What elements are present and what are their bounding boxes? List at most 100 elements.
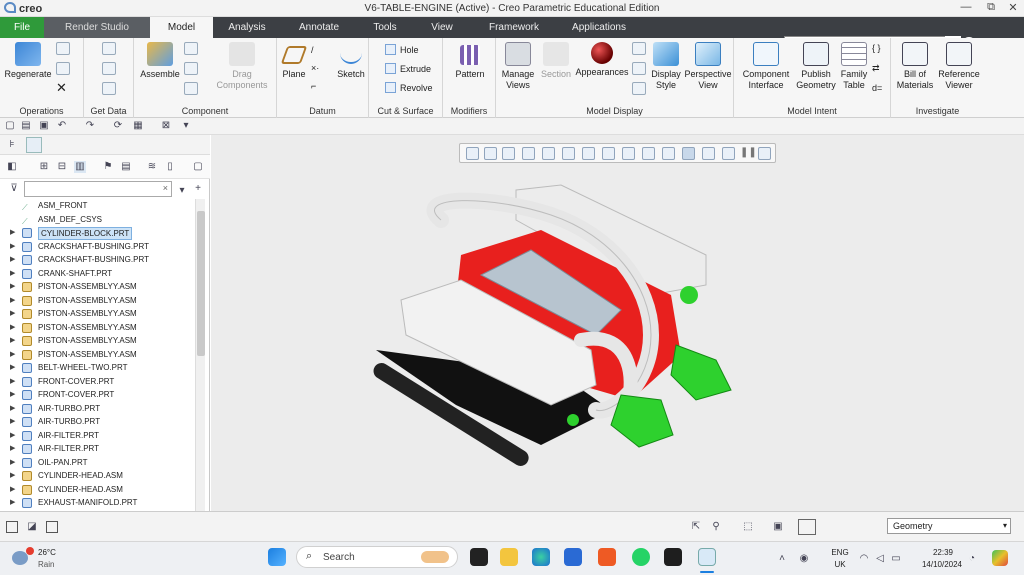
- reorient-icon[interactable]: [542, 147, 555, 160]
- tree-item[interactable]: ▶ PISTON-ASSEMBLYY.ASM: [0, 334, 195, 348]
- expand-arrow-icon[interactable]: ▶: [10, 469, 15, 482]
- expand-arrow-icon[interactable]: ▶: [10, 388, 15, 401]
- display-style-button[interactable]: Display Style: [648, 42, 684, 91]
- expand-arrow-icon[interactable]: ▶: [10, 253, 15, 266]
- perspective-view-button[interactable]: Perspective View: [684, 42, 732, 91]
- expand-arrow-icon[interactable]: ▶: [10, 456, 15, 469]
- tab-view[interactable]: View: [413, 17, 471, 38]
- tree-item[interactable]: ▶ PISTON-ASSEMBLYY.ASM: [0, 280, 195, 294]
- tab-render-studio[interactable]: Render Studio: [44, 17, 150, 38]
- creo-taskbar-icon[interactable]: [698, 548, 716, 566]
- tree-item[interactable]: ▶ AIR-TURBO.PRT: [0, 402, 195, 416]
- expand-arrow-icon[interactable]: ▶: [10, 496, 15, 509]
- wifi-icon[interactable]: ◠: [858, 553, 870, 565]
- import-icon[interactable]: [102, 42, 116, 55]
- minimize-button[interactable]: —: [955, 1, 977, 13]
- clock-time[interactable]: 22:39: [918, 548, 968, 558]
- search-options-icon[interactable]: ▾: [176, 185, 188, 197]
- expand-arrow-icon[interactable]: ▶: [10, 334, 15, 347]
- tree-item[interactable]: ⟋ ASM_DEF_CSYS: [0, 213, 195, 227]
- windows-icon[interactable]: ▦: [132, 120, 144, 132]
- tree-item[interactable]: ▶ FRONT-COVER.PRT: [0, 388, 195, 402]
- axis-icon[interactable]: /: [311, 42, 314, 58]
- extrude-button[interactable]: Extrude: [385, 61, 431, 77]
- tab-framework[interactable]: Framework: [471, 17, 557, 38]
- repeat-icon[interactable]: [184, 62, 198, 75]
- tree-columns-icon[interactable]: ⊞: [38, 161, 50, 173]
- point-icon[interactable]: ×·: [311, 60, 319, 76]
- family-table-button[interactable]: Family Table: [838, 42, 870, 91]
- close-window-icon[interactable]: ⊠: [160, 120, 172, 132]
- terminal-icon[interactable]: [664, 548, 682, 566]
- clear-icon[interactable]: ×: [163, 183, 168, 193]
- redo-icon[interactable]: ↷: [84, 120, 96, 132]
- engine-model-render[interactable]: [211, 135, 1024, 511]
- zoom-in-icon[interactable]: [484, 147, 497, 160]
- brackets-icon[interactable]: { }: [872, 40, 881, 56]
- expand-arrow-icon[interactable]: ▶: [10, 361, 15, 374]
- columns-icon[interactable]: ▤: [120, 161, 132, 173]
- display-style-toolbar-icon[interactable]: [622, 147, 635, 160]
- settings-icon[interactable]: ⚑: [102, 161, 114, 173]
- expand-arrow-icon[interactable]: ▶: [10, 240, 15, 253]
- open-icon[interactable]: ▤: [20, 120, 32, 132]
- selection-cursor-icon[interactable]: ⇱: [690, 521, 702, 533]
- repaint-icon[interactable]: [522, 147, 535, 160]
- fullscreen-icon[interactable]: [46, 521, 58, 533]
- tab-annotate[interactable]: Annotate: [281, 17, 357, 38]
- regenerate-button[interactable]: Regenerate: [4, 42, 52, 80]
- section-button[interactable]: Section: [538, 42, 574, 80]
- expand-arrow-icon[interactable]: ▶: [10, 280, 15, 293]
- tree-item[interactable]: ▶ FRONT-COVER.PRT: [0, 375, 195, 389]
- tree-item[interactable]: ▶ PISTON-ASSEMBLYY.ASM: [0, 307, 195, 321]
- clock-date[interactable]: 14/10/2024: [912, 560, 972, 570]
- tree-item[interactable]: ▶ CYLINDER-BLOCK.PRT: [0, 226, 195, 240]
- model-tree-scrollbar[interactable]: [195, 199, 205, 511]
- tree-item[interactable]: ▶ PISTON-ASSEMBLYY.ASM: [0, 348, 195, 362]
- show-tags-icon[interactable]: [758, 147, 771, 160]
- datum-display-icon[interactable]: [662, 147, 675, 160]
- tab-file[interactable]: File: [0, 17, 44, 38]
- save-icon[interactable]: ▣: [38, 120, 50, 132]
- copy-icon[interactable]: [56, 42, 70, 55]
- user-defined-feature-icon[interactable]: [102, 82, 116, 95]
- selection-filter-select[interactable]: Geometry ▾: [887, 518, 1011, 534]
- expand-arrow-icon[interactable]: ▶: [10, 267, 15, 280]
- model-tree-tab-icon[interactable]: ⊧: [6, 139, 18, 151]
- csys-icon[interactable]: ⌐: [311, 78, 316, 94]
- expand-arrow-icon[interactable]: ▶: [10, 442, 15, 455]
- model-tree-search-input[interactable]: ×: [24, 181, 172, 197]
- zoom-out-icon[interactable]: [502, 147, 515, 160]
- view-manager-icon[interactable]: [582, 147, 595, 160]
- new-icon[interactable]: ▢: [4, 120, 16, 132]
- tab-tools[interactable]: Tools: [357, 17, 413, 38]
- undo-icon[interactable]: ↶: [56, 120, 68, 132]
- add-icon[interactable]: +: [192, 183, 204, 195]
- switch-icon[interactable]: ⇄: [872, 60, 880, 76]
- delete-icon[interactable]: ✕: [56, 80, 67, 96]
- hole-button[interactable]: Hole: [385, 42, 419, 58]
- plane-button[interactable]: Plane: [279, 42, 309, 80]
- selection-mode-icon[interactable]: ▣: [772, 521, 784, 533]
- task-view-icon[interactable]: [470, 548, 488, 566]
- start-icon[interactable]: [268, 548, 286, 566]
- expand-panel-icon[interactable]: ▢: [192, 161, 204, 173]
- paste-icon[interactable]: [56, 62, 70, 75]
- close-button[interactable]: ✕: [1002, 1, 1024, 14]
- find-icon[interactable]: ⚲: [710, 521, 722, 533]
- tree-levels-icon[interactable]: ⊟: [56, 161, 68, 173]
- show-navigator-icon[interactable]: [6, 521, 18, 533]
- scrollbar-thumb[interactable]: [197, 211, 205, 356]
- manage-views-button[interactable]: Manage Views: [498, 42, 538, 91]
- air-filter-part-right[interactable]: [670, 344, 732, 401]
- revolve-button[interactable]: Revolve: [385, 80, 433, 96]
- language-indicator[interactable]: ENG: [828, 548, 852, 558]
- tree-item[interactable]: ▶ PISTON-ASSEMBLYY.ASM: [0, 294, 195, 308]
- tree-item[interactable]: ▶ OIL-PAN.PRT: [0, 456, 195, 470]
- keyboard-layout[interactable]: UK: [828, 560, 852, 570]
- tree-item[interactable]: ▶ CYLINDER-HEAD.ASM: [0, 469, 195, 483]
- tray-overflow-icon[interactable]: ˄: [776, 553, 788, 565]
- appearance-toolbar-icon[interactable]: [722, 147, 735, 160]
- tab-analysis[interactable]: Analysis: [213, 17, 281, 38]
- expand-arrow-icon[interactable]: ▶: [10, 348, 15, 361]
